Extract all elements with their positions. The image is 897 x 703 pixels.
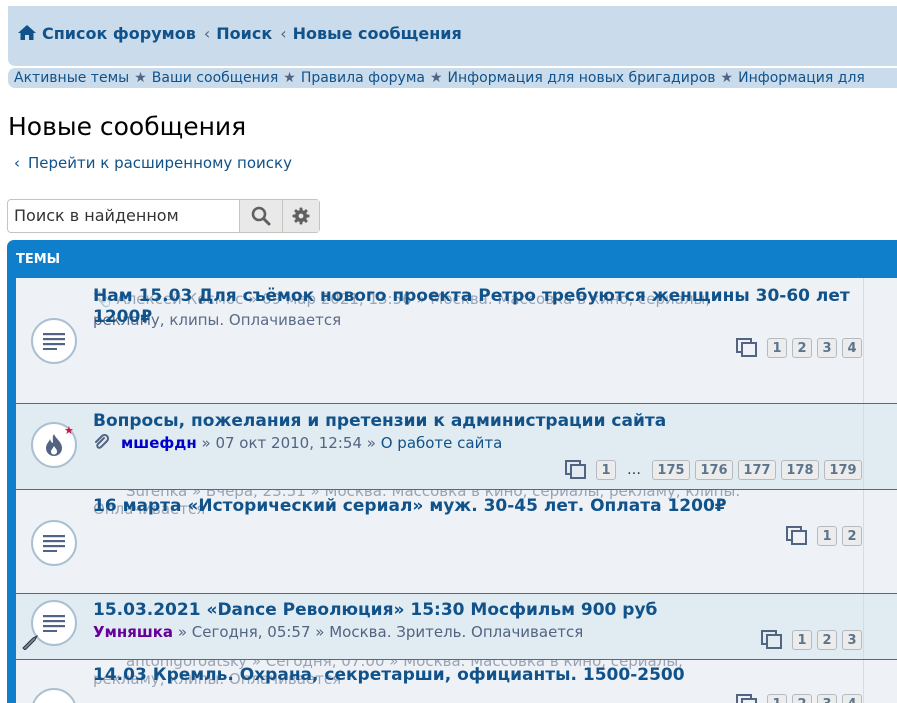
- breadcrumb-forums[interactable]: Список форумов: [42, 24, 196, 43]
- page-link[interactable]: 2: [792, 694, 812, 703]
- multipage-icon: [736, 694, 758, 703]
- page-link[interactable]: 2: [792, 338, 812, 358]
- page-link[interactable]: 178: [781, 460, 819, 480]
- page-link[interactable]: 176: [695, 460, 733, 480]
- topic-row: ★ Вопросы, пожелания и претензии к админ…: [16, 404, 897, 490]
- page-ellipsis: …: [627, 462, 641, 478]
- pagination: 1 2 3 4: [736, 338, 862, 358]
- page-link[interactable]: 1: [767, 694, 787, 703]
- topic-author[interactable]: Умняшка: [93, 623, 173, 641]
- document-lines-icon: [43, 333, 65, 350]
- pagination: 1 2: [786, 526, 862, 546]
- topic-author[interactable]: мшефдн: [121, 434, 197, 452]
- topic-date: 07 окт 2010, 12:54: [215, 434, 362, 452]
- navbar: Список форумов ‹ Поиск ‹ Новые сообщения: [8, 0, 897, 66]
- search-icon: [251, 206, 271, 226]
- chevron-left-icon: ‹: [280, 24, 287, 43]
- page-link[interactable]: 2: [817, 630, 837, 650]
- topic-title[interactable]: Нам 15.03 Для съёмок нового проекта Ретр…: [93, 286, 853, 328]
- topic-title[interactable]: Вопросы, пожелания и претензии к админис…: [93, 411, 666, 431]
- link-forum-rules[interactable]: Правила форума: [301, 70, 425, 86]
- topic-title[interactable]: 14.03 Кремль. Охрана, секретарши, официа…: [93, 665, 685, 685]
- page-link[interactable]: 3: [817, 338, 837, 358]
- paperclip-icon: [95, 434, 110, 449]
- page-link[interactable]: 1: [596, 460, 616, 480]
- link-active-topics[interactable]: Активные темы: [14, 70, 129, 86]
- page-link[interactable]: 1: [792, 630, 812, 650]
- document-lines-icon: [43, 535, 65, 552]
- multipage-icon: [786, 526, 808, 546]
- home-icon[interactable]: [18, 25, 36, 40]
- multipage-icon: [761, 630, 783, 650]
- page-link[interactable]: 177: [738, 460, 776, 480]
- page-link[interactable]: 1: [817, 526, 837, 546]
- pin-icon: [21, 634, 39, 654]
- breadcrumb-search[interactable]: Поиск: [216, 24, 272, 43]
- unread-star-icon: ★: [64, 424, 74, 437]
- page-link[interactable]: 2: [842, 526, 862, 546]
- advanced-search-link[interactable]: ‹ Перейти к расширенному поиску: [14, 154, 292, 172]
- chevron-left-icon: ‹: [14, 154, 20, 172]
- star-icon: ★: [283, 70, 296, 86]
- chevron-left-icon: ‹: [203, 24, 211, 43]
- topic-icon: [31, 688, 77, 703]
- topic-row: antonlgoroatsky » Сегодня, 07:00 » Москв…: [16, 660, 897, 703]
- multipage-icon: [565, 460, 587, 480]
- multipage-icon: [736, 338, 758, 358]
- topics-panel: ТЕМЫ 📎 Алексей Космос » 09 мар 2021, 13:…: [7, 240, 897, 703]
- topic-date: Сегодня, 05:57: [191, 623, 311, 641]
- topic-row: 📎 Алексей Космос » 09 мар 2021, 13:56 » …: [16, 278, 897, 404]
- pagination: 1 2 3 4: [736, 694, 862, 703]
- breadcrumb-new-posts[interactable]: Новые сообщения: [293, 24, 462, 43]
- page-link[interactable]: 179: [824, 460, 862, 480]
- topic-meta: Умняшка » Сегодня, 05:57 » Москва. Зрите…: [93, 623, 584, 641]
- topic-icon: [31, 520, 77, 566]
- quicklinks-bar: Активные темы ★ Ваши сообщения ★ Правила фор…: [8, 68, 897, 88]
- topic-list: 📎 Алексей Космос » 09 мар 2021, 13:56 » …: [16, 278, 897, 703]
- topic-row: 15.03.2021 «Dance Революция» 15:30 Мосфи…: [16, 594, 897, 660]
- search-button[interactable]: [240, 200, 283, 232]
- gear-icon: [292, 207, 310, 225]
- star-icon: ★: [134, 70, 147, 86]
- topic-title[interactable]: 15.03.2021 «Dance Революция» 15:30 Мосфи…: [93, 600, 657, 620]
- pagination: 1 2 3: [761, 630, 862, 650]
- page-link[interactable]: 3: [817, 694, 837, 703]
- page-link[interactable]: 1: [767, 338, 787, 358]
- advanced-search-button[interactable]: [283, 200, 319, 232]
- pagination: 1 … 175 176 177 178 179: [565, 460, 862, 480]
- breadcrumb: Список форумов ‹ Поиск ‹ Новые сообщения: [18, 24, 468, 43]
- link-your-posts[interactable]: Ваши сообщения: [152, 70, 278, 86]
- topic-meta: мшефдн » 07 окт 2010, 12:54 » О работе с…: [93, 434, 502, 452]
- topic-icon: [31, 318, 77, 364]
- topic-title[interactable]: 16 марта «Исторический сериал» муж. 30-4…: [93, 496, 727, 516]
- document-lines-icon: [43, 615, 65, 632]
- advanced-search-label: Перейти к расширенному поиску: [28, 154, 292, 172]
- page-link[interactable]: 3: [842, 630, 862, 650]
- topic-forum[interactable]: О работе сайта: [381, 434, 503, 452]
- topic-row: Surenka » Вчера, 23:51 » Москва. Массовк…: [16, 490, 897, 594]
- star-icon: ★: [429, 70, 443, 86]
- panel-header: ТЕМЫ: [16, 252, 61, 267]
- hot-topic-icon: [46, 434, 62, 456]
- search-input[interactable]: Поиск в найденном: [8, 200, 240, 232]
- page-title: Новые сообщения: [8, 112, 247, 141]
- page-link[interactable]: 175: [652, 460, 690, 480]
- link-foreman-info[interactable]: Информация для новых бригадиров: [448, 70, 716, 86]
- star-icon: ★: [720, 70, 734, 86]
- page-link[interactable]: 4: [842, 338, 862, 358]
- search-box: Поиск в найденном: [7, 199, 320, 233]
- page-link[interactable]: 4: [842, 694, 862, 703]
- link-info-more[interactable]: Информация для: [738, 70, 865, 86]
- topic-forum[interactable]: Москва. Зритель. Оплачивается: [329, 623, 583, 641]
